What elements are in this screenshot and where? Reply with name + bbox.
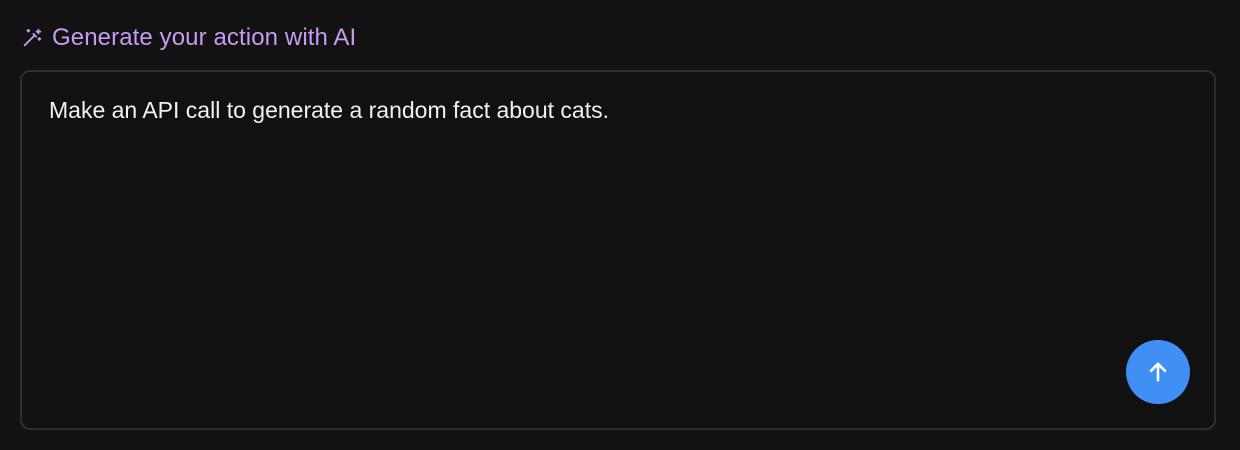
arrow-up-icon	[1144, 358, 1172, 386]
magic-wand-icon	[20, 26, 44, 50]
prompt-input[interactable]: Make an API call to generate a random fa…	[49, 94, 1104, 338]
prompt-panel: Make an API call to generate a random fa…	[20, 70, 1216, 430]
send-button[interactable]	[1126, 340, 1190, 404]
ai-generate-header: Generate your action with AI	[20, 22, 356, 54]
ai-generate-title: Generate your action with AI	[52, 24, 357, 51]
